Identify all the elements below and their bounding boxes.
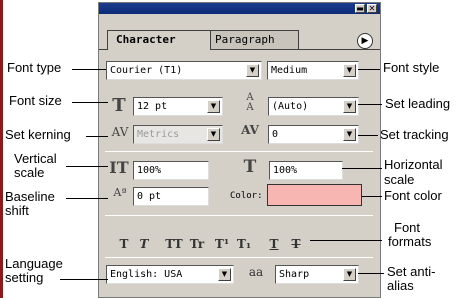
leader-line [358,135,378,136]
divider [105,151,373,152]
palette-menu-icon[interactable]: ▶ [357,33,373,49]
callout-baseline-shift-2: shift [5,203,29,218]
leading-select[interactable]: (Auto) ▼ [268,97,359,116]
tracking-select[interactable]: 0 ▼ [268,125,359,144]
callout-set-leading: Set leading [385,96,451,111]
antialias-select[interactable]: Sharp ▼ [275,265,359,284]
callout-font-formats-1: Font [394,220,421,235]
chevron-down-icon[interactable]: ▼ [343,64,356,77]
chevron-down-icon[interactable]: ▼ [207,100,220,113]
callout-language-2: setting [5,270,44,285]
leading-icon: AA [246,92,254,113]
callout-font-type: Font type [7,60,62,75]
leader-line [66,198,108,199]
callout-language-1: Language [5,256,63,271]
subscript-button[interactable]: T₁ [235,236,253,252]
leader-line [72,69,106,70]
callout-antialias-2: alias [387,278,414,293]
vertical-scale-input[interactable]: 100% [133,161,209,180]
font-size-icon: T [112,95,126,116]
left-edge-bar [0,0,3,298]
strikethrough-button[interactable]: T [289,236,303,252]
chevron-down-icon[interactable]: ▼ [343,128,356,141]
minimize-icon[interactable]: ▬ [355,4,365,13]
leader-line [72,102,108,103]
close-icon[interactable]: ✕ [367,4,377,13]
chevron-down-icon[interactable]: ▼ [218,268,231,281]
horizontal-scale-value: 100% [273,165,298,176]
vertical-scale-icon: IT [109,158,129,177]
callout-font-color: Font color [384,188,442,203]
font-color-swatch[interactable] [267,184,362,206]
callout-font-formats-2: formats [388,234,432,249]
font-size-select[interactable]: 12 pt ▼ [133,97,223,116]
callout-vertical-scale-1: Vertical [14,151,57,166]
callout-set-kerning: Set kerning [5,127,71,142]
language-select[interactable]: English: USA ▼ [106,265,234,284]
font-style-select[interactable]: Medium ▼ [267,61,359,80]
horizontal-scale-icon: T [243,157,257,177]
kerning-select[interactable]: Metrics ▼ [133,125,223,144]
baseline-shift-input[interactable]: 0 pt [133,187,209,206]
antialias-value: Sharp [279,269,310,280]
divider [105,257,373,258]
underline-button[interactable]: T [267,236,281,252]
baseline-shift-value: 0 pt [137,191,162,202]
color-label: Color: [230,191,263,201]
font-size-value: 12 pt [137,101,168,112]
character-palette: ▬ ✕ Character Paragraph ▶ Courier (T1) ▼… [98,2,381,298]
leader-line [66,166,108,167]
chevron-down-icon[interactable]: ▼ [343,268,356,281]
tab-paragraph[interactable]: Paragraph [207,30,299,50]
leader-line [310,240,382,241]
all-caps-button[interactable]: TT [163,236,185,252]
chevron-down-icon[interactable]: ▼ [246,64,259,77]
vertical-scale-value: 100% [137,165,162,176]
callout-set-tracking: Set tracking [380,127,449,142]
font-style-value: Medium [271,65,308,76]
leader-line [358,69,380,70]
callout-baseline-shift-1: Baseline [5,189,55,204]
font-type-select[interactable]: Courier (T1) ▼ [106,61,262,80]
chevron-down-icon[interactable]: ▼ [343,100,356,113]
leader-line [342,168,382,169]
kerning-icon: AV [111,125,129,139]
leader-line [60,279,108,280]
leader-line [358,273,384,274]
callout-horizontal-scale-2: scale [384,172,415,187]
tracking-value: 0 [272,129,279,140]
language-value: English: USA [110,269,183,280]
font-type-value: Courier (T1) [110,65,183,76]
callout-font-size: Font size [9,93,62,108]
faux-italic-button[interactable]: T [137,236,151,252]
tab-character[interactable]: Character [107,30,211,50]
chevron-down-icon[interactable]: ▼ [207,128,220,141]
horizontal-scale-input[interactable]: 100% [269,161,343,180]
callout-antialias-1: Set anti- [387,264,436,279]
leading-value: (Auto) [272,101,309,112]
callout-horizontal-scale-1: Horizontal [384,157,443,172]
faux-bold-button[interactable]: T [117,236,131,252]
leader-line [358,104,382,105]
kerning-value: Metrics [137,129,180,140]
palette-titlebar[interactable] [99,3,380,14]
superscript-button[interactable]: T¹ [213,236,231,252]
tracking-icon: AV [241,123,259,137]
leader-line [362,196,382,197]
antialias-icon: aa [248,265,264,279]
baseline-shift-icon: Aª [113,186,127,199]
callout-font-style: Font style [383,60,440,75]
leader-line [86,136,108,137]
small-caps-button[interactable]: Tr [187,236,207,252]
divider [105,215,373,216]
callout-vertical-scale-2: scale [14,165,45,180]
